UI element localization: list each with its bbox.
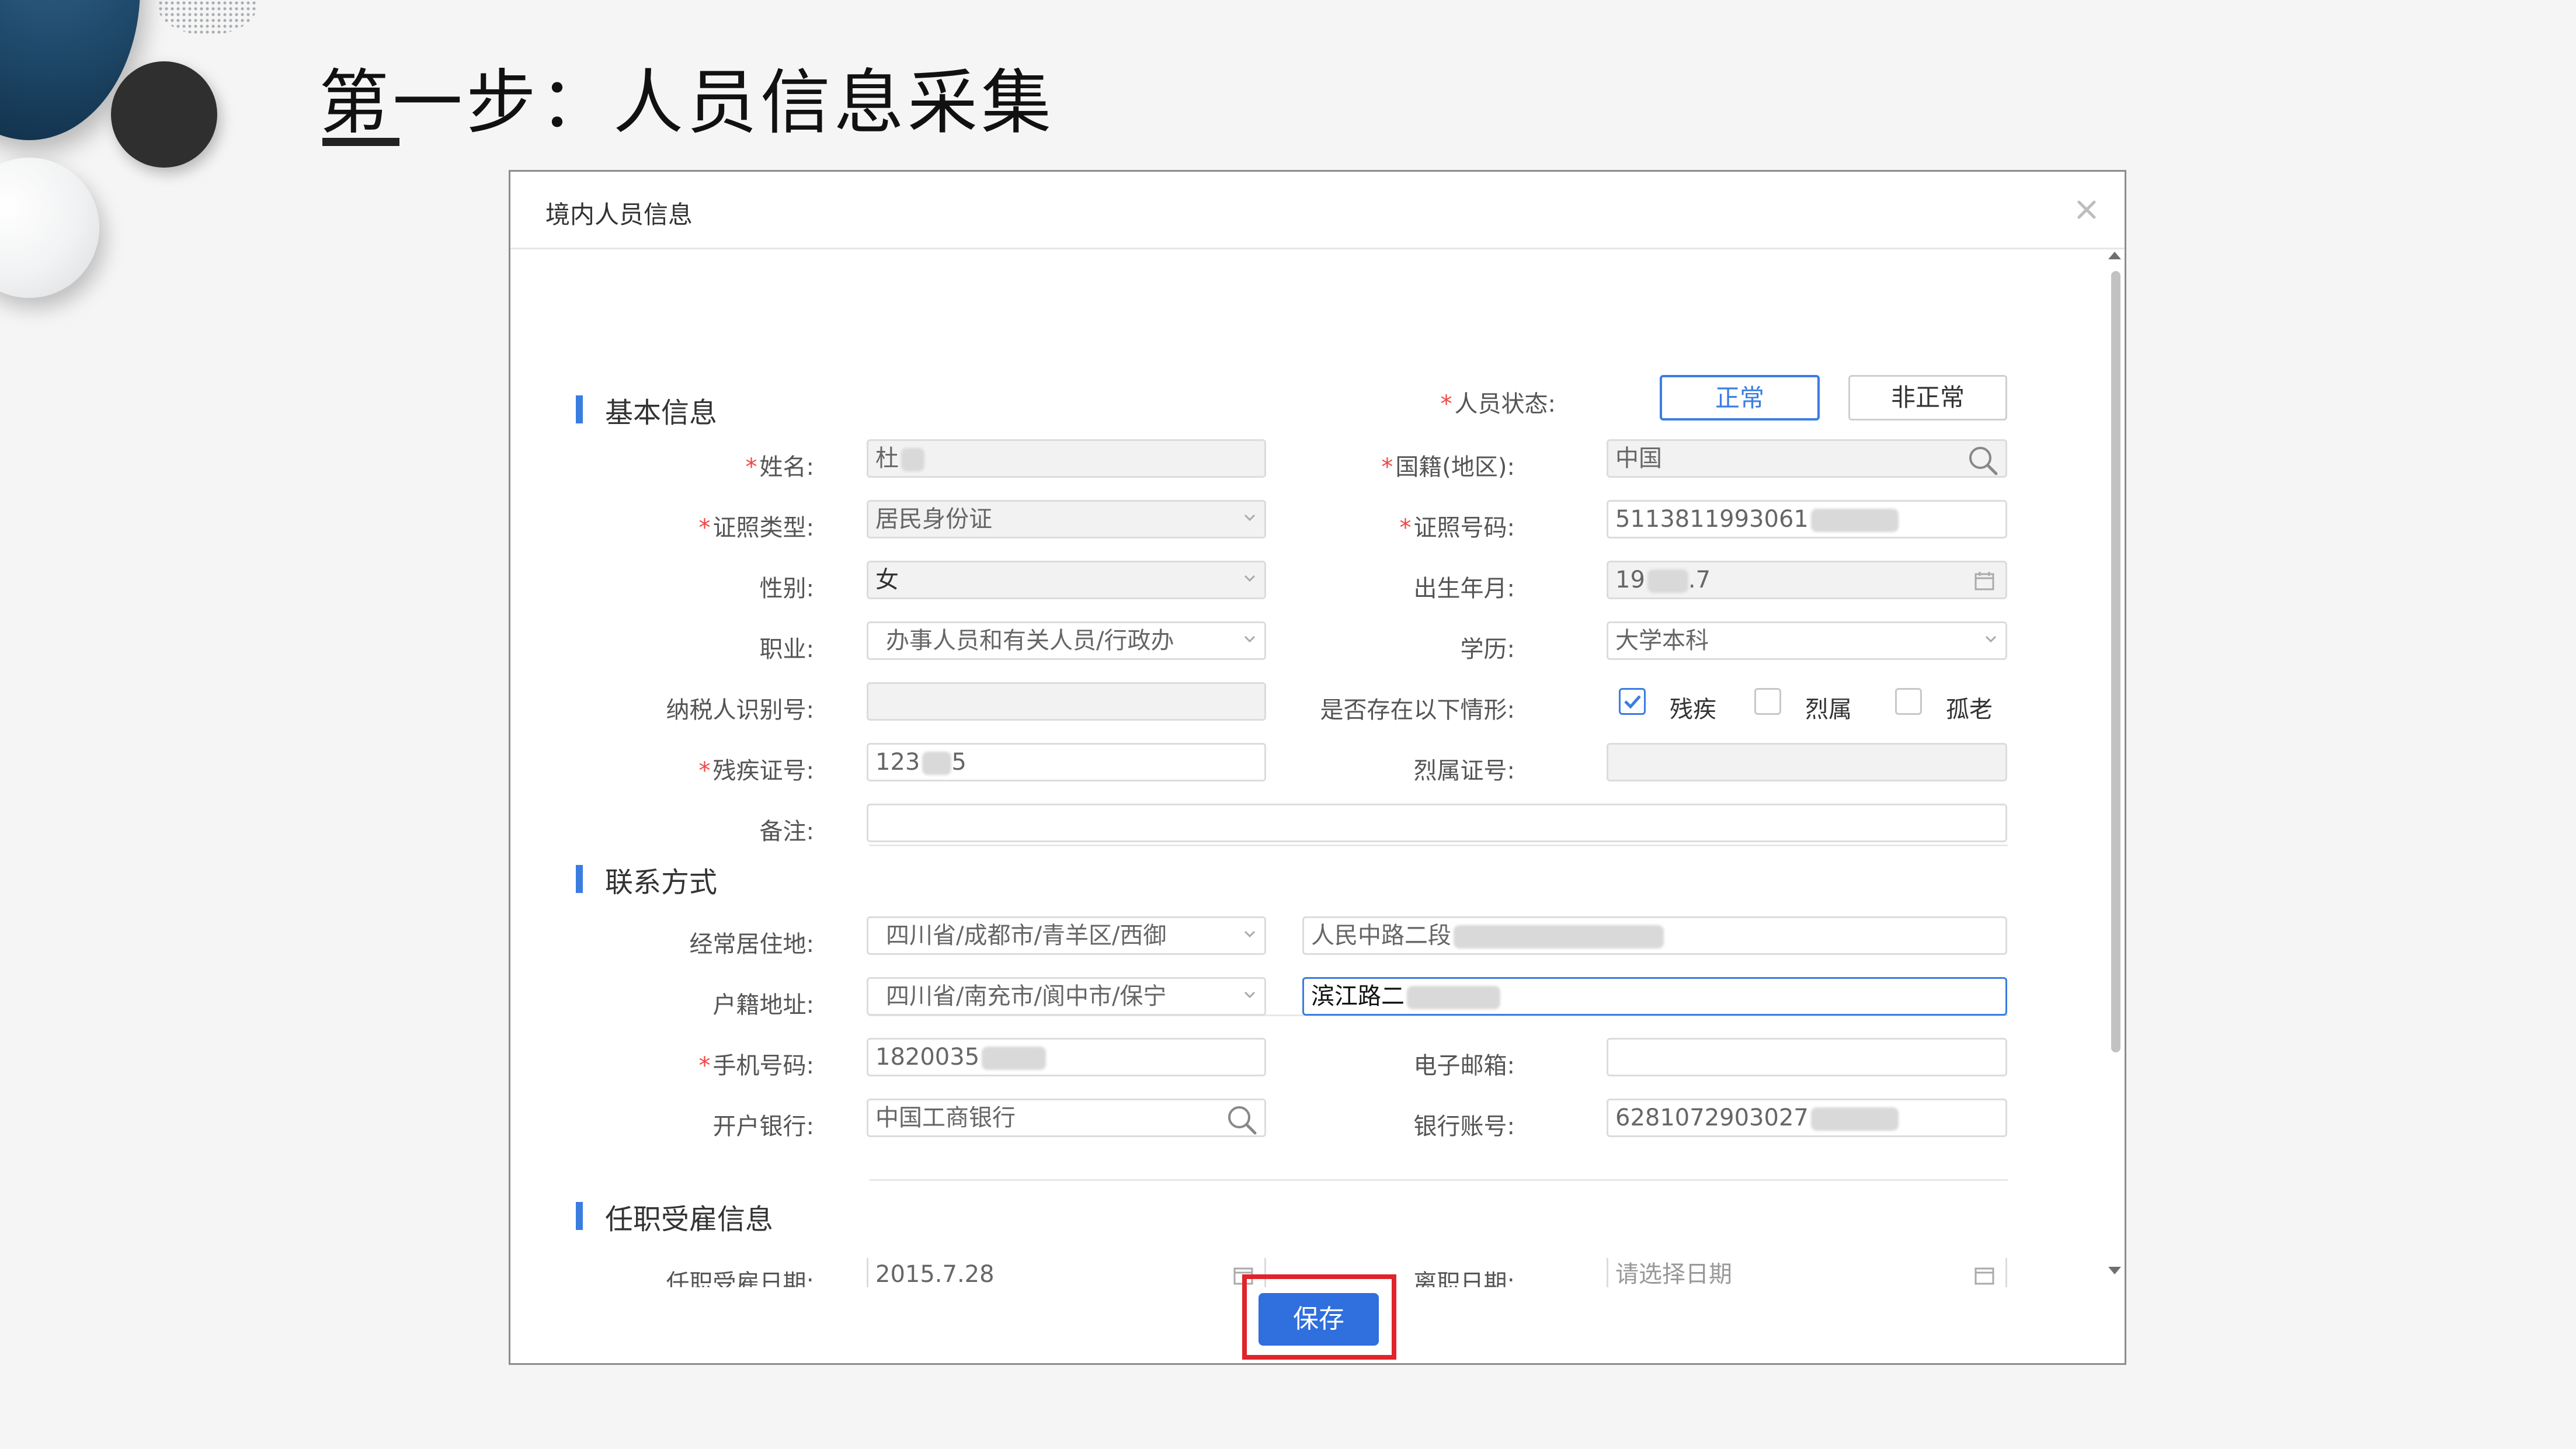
id-number-label: * 证照号码: — [1399, 515, 1515, 541]
calendar-icon[interactable] — [1974, 571, 1995, 592]
gender-label: 性别: — [759, 575, 814, 602]
search-icon[interactable] — [1966, 443, 2000, 477]
residence-region-select[interactable]: 四川省/成都市/青羊区/西御 — [867, 916, 1266, 955]
account-field[interactable]: 6281072903027 — [1607, 1099, 2007, 1137]
occupation-select[interactable]: 办事人员和有关人员/行政办 — [867, 621, 1266, 660]
check-icon — [1624, 695, 1641, 709]
name-field[interactable]: 杜 — [867, 439, 1266, 478]
occupation-label: 职业: — [759, 636, 814, 663]
nationality-label: * 国籍(地区): — [1381, 454, 1515, 481]
hire-date-field[interactable]: 2015.7.28 — [867, 1258, 1266, 1287]
dialog-header: 境内人员信息 — [510, 172, 2125, 249]
status-abnormal-button[interactable]: 非正常 — [1848, 375, 2007, 421]
dialog-title: 境内人员信息 — [545, 200, 693, 229]
section-bar — [576, 395, 583, 423]
situation-label: 是否存在以下情形: — [1320, 697, 1515, 724]
martyr-option-label: 烈属 — [1805, 696, 1852, 723]
section-bar — [576, 865, 583, 893]
hire-date-label: 任职受雇日期: — [666, 1270, 814, 1287]
hukou-region-select[interactable]: 四川省/南充市/阆中市/保宁 — [867, 977, 1266, 1016]
education-label: 学历: — [1460, 636, 1515, 663]
id-type-select[interactable]: 居民身份证 — [867, 500, 1266, 538]
disability-no-label: * 残疾证号: — [698, 757, 814, 784]
id-type-label: * 证照类型: — [698, 515, 814, 541]
decorative-mesh-pattern — [158, 0, 257, 35]
hukou-detail-field[interactable]: 滨江路二 — [1302, 977, 2007, 1016]
martyr-family-checkbox[interactable] — [1754, 688, 1781, 715]
title-underline — [322, 138, 399, 146]
email-field[interactable] — [1607, 1038, 2007, 1076]
person-info-dialog: 境内人员信息 * 人员状态: 正常 非正常 基本信息 * 姓名: 杜 * 国籍(地区)… — [509, 170, 2126, 1365]
decorative-dark-circle — [111, 61, 217, 168]
close-icon[interactable] — [2074, 197, 2099, 222]
leave-date-field[interactable]: 请选择日期 — [1607, 1258, 2007, 1287]
section-bar — [576, 1202, 583, 1230]
disabled-option-label: 残疾 — [1670, 696, 1716, 723]
residence-detail-field[interactable]: 人民中路二段 — [1302, 916, 2007, 955]
remark-field[interactable] — [867, 804, 2007, 842]
decorative-white-sphere — [0, 158, 99, 298]
remark-label: 备注: — [759, 818, 814, 845]
divider-basic-contact — [869, 845, 2008, 846]
disability-no-field[interactable]: 123 5 — [867, 743, 1266, 781]
section-contact-title: 联系方式 — [605, 866, 718, 899]
slide-title: 第一步：人员信息采集 — [319, 62, 1055, 144]
education-select[interactable]: 大学本科 — [1607, 621, 2007, 660]
status-label: * 人员状态: — [1440, 391, 1556, 418]
phone-field[interactable]: 1820035 — [867, 1038, 1266, 1076]
calendar-icon[interactable] — [1974, 1265, 1995, 1286]
section-basic-title: 基本信息 — [605, 397, 718, 429]
gender-select[interactable]: 女 — [867, 561, 1266, 599]
birth-date-field[interactable]: 19.7 — [1607, 561, 2007, 599]
disabled-checkbox[interactable] — [1619, 688, 1646, 715]
scroll-down-arrow[interactable] — [2108, 1267, 2121, 1274]
divider-contact-employment — [869, 1179, 2008, 1181]
elderly-option-label: 孤老 — [1946, 696, 1993, 723]
name-label: * 姓名: — [745, 454, 814, 481]
scroll-up-arrow[interactable] — [2108, 252, 2121, 259]
nationality-field[interactable]: 中国 — [1607, 439, 2007, 478]
martyr-no-field[interactable] — [1607, 743, 2007, 781]
birth-label: 出生年月: — [1413, 575, 1515, 602]
id-number-field[interactable]: 5113811993061 — [1607, 500, 2007, 538]
chevron-down-icon — [1244, 991, 1256, 999]
martyr-no-label: 烈属证号: — [1413, 757, 1515, 784]
taxpayer-id-field[interactable] — [867, 682, 1266, 721]
bank-label: 开户银行: — [712, 1113, 814, 1140]
scrollbar-thumb[interactable] — [2111, 271, 2120, 1052]
phone-label: * 手机号码: — [698, 1052, 814, 1079]
chevron-down-icon — [1244, 930, 1256, 938]
elderly-checkbox[interactable] — [1895, 688, 1922, 715]
status-normal-button[interactable]: 正常 — [1660, 375, 1820, 421]
account-label: 银行账号: — [1413, 1113, 1515, 1140]
bank-field[interactable]: 中国工商银行 — [867, 1099, 1266, 1137]
taxpayer-id-label: 纳税人识别号: — [666, 697, 814, 724]
residence-label: 经常居住地: — [689, 931, 814, 958]
hukou-label: 户籍地址: — [712, 992, 814, 1019]
email-label: 电子邮箱: — [1413, 1052, 1515, 1079]
save-button[interactable]: 保存 — [1259, 1293, 1379, 1346]
section-employment-title: 任职受雇信息 — [605, 1203, 774, 1236]
chevron-down-icon — [1985, 635, 1997, 643]
